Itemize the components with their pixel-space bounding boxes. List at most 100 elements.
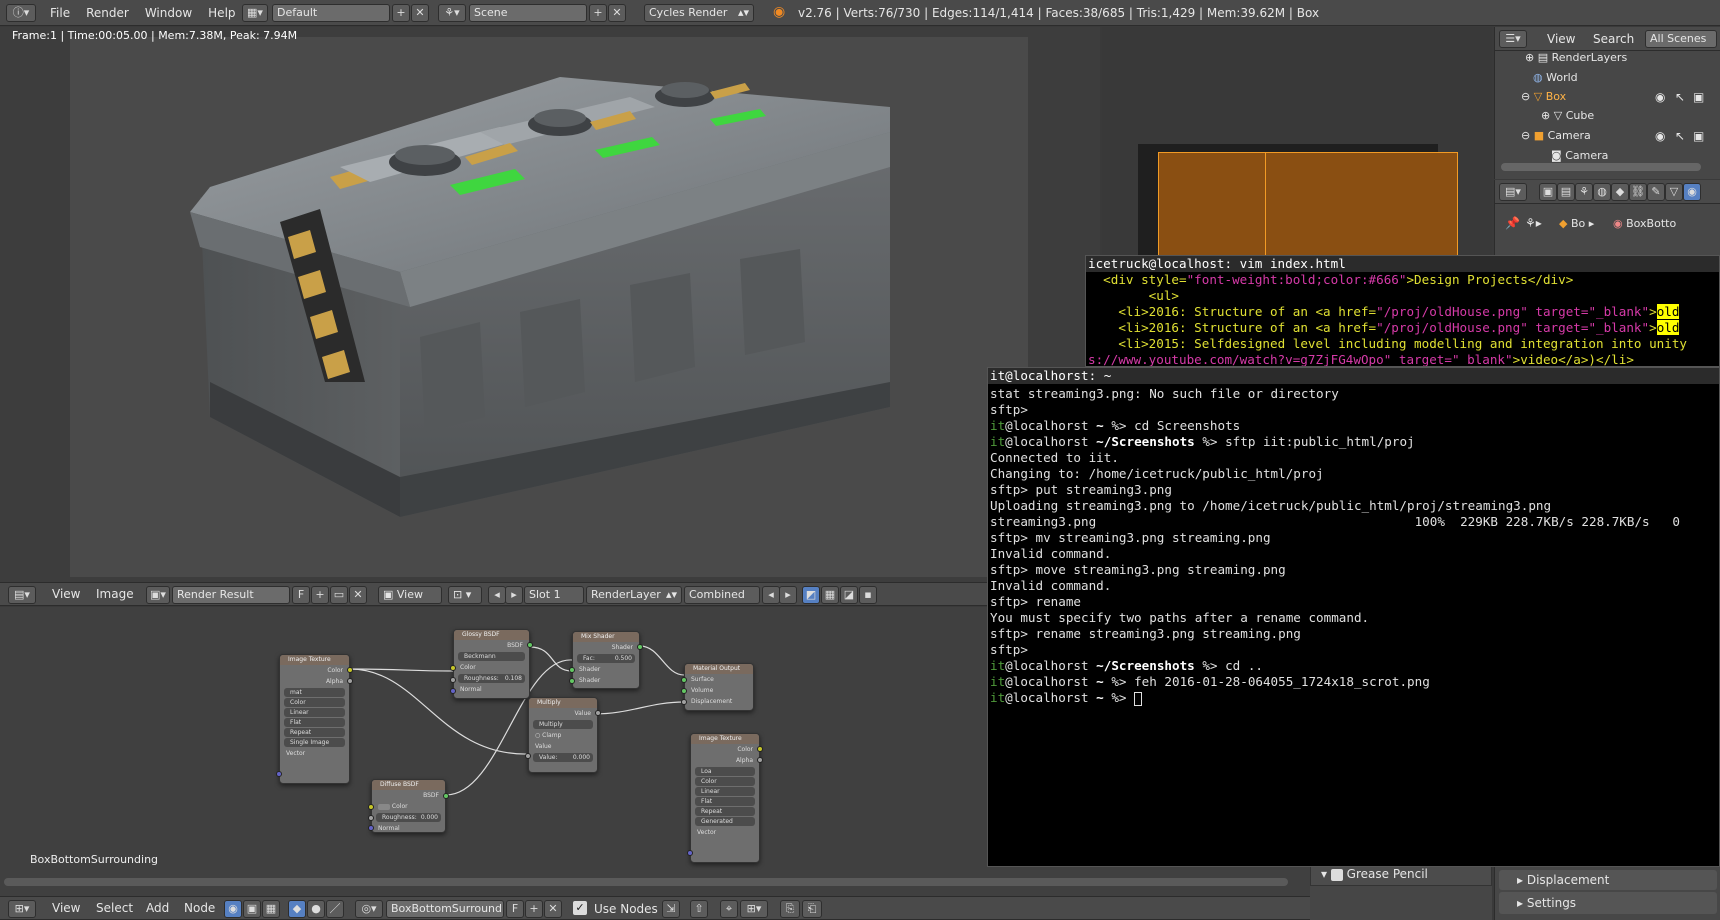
image-browse-icon[interactable]: ▣▾ <box>146 586 170 604</box>
render-engine-select[interactable]: Cycles Render ▴▾ <box>644 4 754 22</box>
menu-view[interactable]: View <box>44 897 88 919</box>
socket-value-out[interactable] <box>595 710 601 716</box>
slot-select[interactable]: Slot 1 <box>524 586 584 604</box>
socket-bsdf[interactable] <box>443 793 449 799</box>
glossy-bsdf-node[interactable]: Glossy BSDF BSDF Beckmann Color Roughnes… <box>450 629 533 699</box>
z-buffer-icon[interactable]: ◪ <box>840 586 858 604</box>
socket-color[interactable] <box>757 746 763 752</box>
socket-shader-1[interactable] <box>569 667 575 673</box>
socket-volume[interactable] <box>681 688 687 694</box>
modifiers-tab-icon[interactable]: ✎ <box>1647 183 1665 201</box>
socket-bsdf[interactable] <box>527 642 533 648</box>
node-editor-type-icon[interactable]: ⊞▾ <box>8 900 36 918</box>
material-tab-icon[interactable]: ◉ <box>1683 183 1701 201</box>
snap-element-icon[interactable]: ⊞▾ <box>740 900 768 918</box>
pin-icon[interactable]: 📌 <box>1505 216 1520 230</box>
node-interpolation[interactable]: Linear <box>695 787 755 796</box>
socket-color[interactable] <box>347 667 353 673</box>
new-image-icon[interactable]: + <box>311 586 329 604</box>
color-alpha-icon[interactable]: ◩ <box>802 586 820 604</box>
properties-type-icon[interactable]: ▤▾ <box>1499 183 1527 201</box>
copy-nodes-icon[interactable]: ⎘ <box>780 900 800 918</box>
material-name-field[interactable]: BoxBottomSurround... <box>386 900 504 918</box>
menu-add[interactable]: Add <box>138 897 177 919</box>
backdrop-icon[interactable]: ⇲ <box>662 900 680 918</box>
node-editor-scrollbar[interactable] <box>4 878 1288 886</box>
node-projection[interactable]: Flat <box>695 797 755 806</box>
node-projection[interactable]: Flat <box>284 718 345 727</box>
node-color-space[interactable]: Color <box>695 777 755 786</box>
slot-next-icon[interactable]: ▸ <box>505 586 523 604</box>
parent-node-icon[interactable]: ⇧ <box>690 900 708 918</box>
material-browse-icon[interactable]: ◎▾ <box>355 900 383 918</box>
node-image-file[interactable]: Loa <box>695 767 755 776</box>
outliner-item-world[interactable]: ◍ World <box>1533 69 1578 87</box>
texture-nodes-icon[interactable]: ▦ <box>262 900 280 918</box>
pass-prev-icon[interactable]: ◂ <box>762 586 780 604</box>
menu-render[interactable]: Render <box>78 2 137 24</box>
diffuse-bsdf-node[interactable]: Diffuse BSDF BSDF Color Roughness: 0.000… <box>368 779 449 833</box>
node-roughness[interactable]: Roughness: 0.000 <box>376 813 441 822</box>
zoom-select[interactable]: ⊡ ▾ <box>448 586 482 604</box>
outliner-scope-select[interactable]: All Scenes <box>1645 30 1717 48</box>
pass-select[interactable]: Combined▴▾ <box>684 586 760 617</box>
outliner-type-icon[interactable]: ☰▾ <box>1499 30 1527 48</box>
math-multiply-node[interactable]: Multiply Value Multiply ○ Clamp Value Va… <box>525 697 601 773</box>
socket-shader-2[interactable] <box>569 678 575 684</box>
layout-field[interactable]: Default <box>272 4 390 22</box>
socket-alpha[interactable] <box>757 757 763 763</box>
shell-output[interactable]: stat streaming3.png: No such file or dir… <box>988 384 1719 706</box>
menu-image[interactable]: Image <box>88 583 142 605</box>
line-style-icon[interactable]: ／ <box>326 900 344 918</box>
node-source[interactable]: Single Image <box>284 738 345 747</box>
socket-displacement[interactable] <box>681 699 687 705</box>
node-clamp[interactable]: ○ Clamp <box>529 730 597 741</box>
node-operation[interactable]: Multiply <box>533 720 593 729</box>
socket-roughness[interactable] <box>368 815 374 821</box>
view-select[interactable]: ▣ View ▴▾ <box>378 586 442 617</box>
alpha-checker-icon[interactable]: ▦ <box>821 586 839 604</box>
slot-prev-icon[interactable]: ◂ <box>488 586 506 604</box>
visibility-eye-icon[interactable]: ◉ <box>1655 90 1665 104</box>
node-image-file[interactable]: mat <box>284 688 345 697</box>
delete-layout-icon[interactable]: ✕ <box>411 4 429 22</box>
socket-value-in[interactable] <box>525 753 531 759</box>
node-color-space[interactable]: Color <box>284 698 345 707</box>
render-layers-tab-icon[interactable]: ▤ <box>1557 183 1575 201</box>
unlink-material-icon[interactable]: ✕ <box>544 900 562 918</box>
outliner-item-camera[interactable]: ⊖ ■ Camera <box>1521 127 1591 145</box>
3d-viewport[interactable] <box>1102 27 1492 257</box>
mix-shader-node[interactable]: Mix Shader Shader Fac: 0.500 Shader Shad… <box>569 631 643 689</box>
scene-tab-icon[interactable]: ⚘ <box>1575 183 1593 201</box>
socket-vector[interactable] <box>687 850 693 856</box>
pass-next-icon[interactable]: ▸ <box>779 586 797 604</box>
scene-field[interactable]: Scene <box>469 4 587 22</box>
outliner-menu-search[interactable]: Search <box>1585 28 1642 50</box>
vim-buffer[interactable]: <div style="font-weight:bold;color:#666"… <box>1086 272 1719 366</box>
socket-shader-out[interactable] <box>637 644 643 650</box>
constraints-tab-icon[interactable]: ⛓ <box>1629 183 1647 201</box>
image-texture-node[interactable]: Image Texture Color Alpha mat Color Line… <box>276 654 353 784</box>
socket-color[interactable] <box>450 665 456 671</box>
socket-roughness[interactable] <box>450 677 456 683</box>
socket-alpha[interactable] <box>347 678 353 684</box>
node-interpolation[interactable]: Linear <box>284 708 345 717</box>
menu-help[interactable]: Help <box>200 2 243 24</box>
socket-color[interactable] <box>368 804 374 810</box>
menu-window[interactable]: Window <box>137 2 200 24</box>
socket-surface[interactable] <box>681 677 687 683</box>
object-shader-icon[interactable]: ◆ <box>288 900 306 918</box>
material-output-node[interactable]: Material Output Surface Volume Displacem… <box>681 663 754 711</box>
render-tab-icon[interactable]: ▣ <box>1539 183 1557 201</box>
scene-icon[interactable]: ⚘▾ <box>438 4 466 22</box>
panel-settings[interactable]: ▸ Settings <box>1499 892 1717 914</box>
menu-view[interactable]: View <box>44 583 88 605</box>
node-fac[interactable]: Fac: 0.500 <box>577 654 635 663</box>
node-roughness[interactable]: Roughness: 0.108 <box>458 674 525 683</box>
socket-normal[interactable] <box>450 688 456 694</box>
grease-checkbox[interactable] <box>1330 868 1343 881</box>
open-image-icon[interactable]: ▭ <box>330 586 348 604</box>
render-view[interactable]: Frame:1 | Time:00:05.00 | Mem:7.38M, Pea… <box>0 27 1100 582</box>
material-fake-user-button[interactable]: F <box>506 900 524 918</box>
socket-normal[interactable] <box>368 825 374 831</box>
